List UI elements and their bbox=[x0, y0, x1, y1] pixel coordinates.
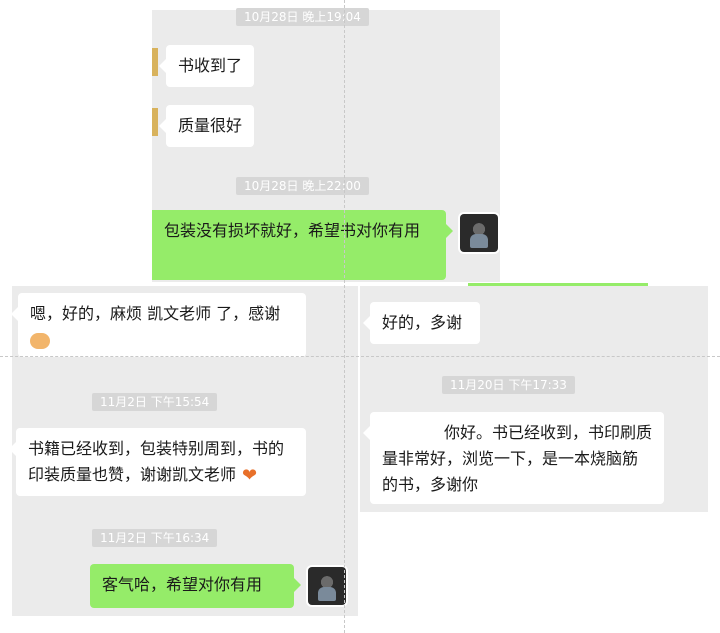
message-bubble[interactable]: 质量很好 bbox=[158, 105, 255, 147]
timestamp: 11月20日 下午17:33 bbox=[442, 376, 575, 394]
reply-bubble[interactable]: 包装没有损坏就好，希望书对你有用 bbox=[152, 210, 453, 280]
timestamp: 10月28日 晚上19:04 bbox=[236, 8, 369, 26]
guide-line-vertical bbox=[344, 0, 345, 633]
message-bubble[interactable]: 你好。书已经收到，书印刷质量非常好，浏览一下，是一本烧脑筋的书，多谢你 bbox=[363, 412, 664, 504]
timestamp: 11月2日 下午16:34 bbox=[92, 529, 218, 547]
message-bubble[interactable]: 书籍已经收到，包装特别周到，书的印装质量也赞，谢谢凯文老师 ❤ bbox=[9, 428, 306, 496]
user-avatar[interactable] bbox=[460, 214, 498, 252]
user-avatar[interactable] bbox=[308, 567, 346, 605]
guide-line-horizontal bbox=[0, 356, 720, 357]
reply-bubble[interactable]: 客气哈，希望对你有用 bbox=[90, 564, 301, 608]
handshake-emoji-icon bbox=[30, 332, 50, 349]
message-text: 嗯，好的，麻烦 凯文老师 了，感谢 bbox=[30, 304, 281, 323]
message-bubble[interactable]: 好的，多谢 bbox=[363, 302, 480, 344]
timestamp: 10月28日 晚上22:00 bbox=[236, 177, 369, 195]
message-bubble[interactable]: 书收到了 bbox=[158, 45, 255, 87]
heart-emoji-icon: ❤ bbox=[242, 464, 258, 486]
sender-avatar-edge bbox=[152, 108, 158, 136]
sender-avatar-edge bbox=[152, 48, 158, 76]
message-bubble[interactable]: 嗯，好的，麻烦 凯文老师 了，感谢 bbox=[11, 293, 306, 357]
timestamp: 11月2日 下午15:54 bbox=[92, 393, 218, 411]
